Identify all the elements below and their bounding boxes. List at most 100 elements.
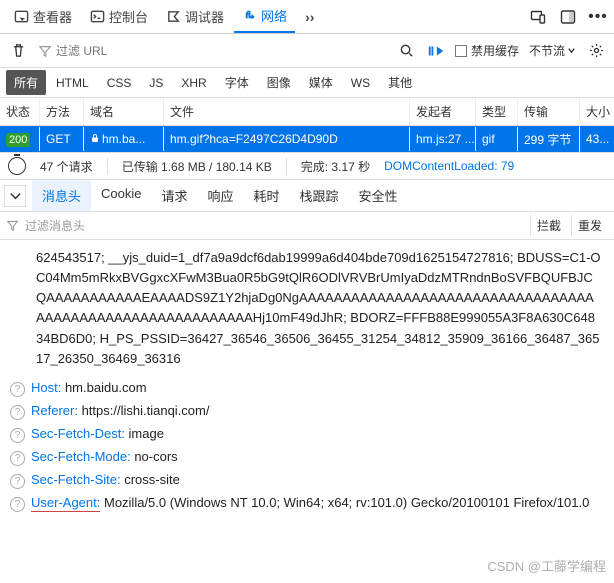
- help-icon[interactable]: ?: [10, 382, 25, 397]
- kebab-icon[interactable]: •••: [588, 7, 608, 27]
- summary-bar: 47 个请求 已传输 1.68 MB / 180.14 KB 完成: 3.17 …: [0, 152, 614, 180]
- header-value: cross-site: [121, 472, 180, 487]
- console-icon: [90, 9, 105, 24]
- network-icon: [242, 8, 257, 23]
- header-line: ?Host: hm.baidu.com: [0, 377, 614, 400]
- checkbox-icon: [455, 45, 467, 57]
- type-filter-WS[interactable]: WS: [343, 72, 378, 94]
- header-value: https://lishi.tianqi.com/: [78, 403, 210, 418]
- tab-console-label: 控制台: [109, 7, 148, 26]
- type-filter-字体[interactable]: 字体: [217, 70, 257, 95]
- type-filter-JS[interactable]: JS: [141, 72, 171, 94]
- help-icon[interactable]: ?: [10, 451, 25, 466]
- col-transferred[interactable]: 传输: [518, 98, 580, 125]
- help-icon[interactable]: ?: [10, 428, 25, 443]
- headers-body-text: 624543517; __yjs_duid=1_df7a9a9dcf6dab19…: [0, 240, 614, 377]
- detail-tab-2[interactable]: 请求: [151, 180, 197, 211]
- collapse-panel-icon[interactable]: [4, 185, 26, 207]
- more-tabs-button[interactable]: ››: [297, 3, 322, 31]
- url-filter[interactable]: [38, 44, 387, 58]
- disable-cache-checkbox[interactable]: 禁用缓存: [455, 42, 519, 59]
- funnel-icon: [6, 219, 19, 232]
- type-filter-XHR[interactable]: XHR: [173, 72, 214, 94]
- inspector-icon: [14, 9, 29, 24]
- type-filter-其他[interactable]: 其他: [380, 70, 420, 95]
- summary-dcl: DOMContentLoaded: 79: [384, 159, 514, 173]
- header-name: User-Agent:: [31, 495, 100, 512]
- col-type[interactable]: 类型: [476, 98, 518, 125]
- type-filter-CSS[interactable]: CSS: [99, 72, 140, 94]
- disable-cache-label: 禁用缓存: [471, 42, 519, 59]
- header-name: Sec-Fetch-Site:: [31, 472, 121, 487]
- header-value: no-cors: [131, 449, 178, 464]
- type-filter-bar: 所有HTMLCSSJSXHR字体图像媒体WS其他: [0, 68, 614, 98]
- cell-method: GET: [40, 127, 84, 151]
- col-size[interactable]: 大小: [580, 98, 614, 125]
- header-line: ? Referer: https://lishi.tianqi.com/: [0, 400, 614, 423]
- table-row[interactable]: 200 GET hm.ba... hm.gif?hca=F2497C26D4D9…: [0, 126, 614, 152]
- summary-requests: 47 个请求: [40, 158, 108, 175]
- filter-headers-input[interactable]: 过滤消息头: [25, 217, 85, 234]
- chevron-down-icon: [567, 46, 576, 55]
- help-icon[interactable]: ?: [10, 474, 25, 489]
- pause-icons[interactable]: [427, 43, 445, 59]
- detail-tab-5[interactable]: 栈跟踪: [290, 180, 349, 211]
- url-filter-input[interactable]: [56, 44, 236, 58]
- lock-icon: [90, 133, 100, 143]
- resend-button[interactable]: 重发: [571, 215, 608, 236]
- detail-tab-1[interactable]: Cookie: [91, 180, 151, 211]
- summary-finish: 完成: 3.17 秒: [301, 158, 370, 175]
- responsive-mode-icon[interactable]: [528, 7, 548, 27]
- header-line: ? Sec-Fetch-Mode: no-cors: [0, 446, 614, 469]
- col-initiator[interactable]: 发起者: [410, 98, 476, 125]
- funnel-icon: [38, 44, 52, 58]
- gear-icon[interactable]: [586, 41, 606, 61]
- type-filter-所有[interactable]: 所有: [6, 70, 46, 95]
- tab-network[interactable]: 网络: [234, 0, 295, 33]
- watermark: CSDN @工藤学编程: [487, 556, 606, 575]
- debugger-icon: [166, 9, 181, 24]
- header-line: ?Sec-Fetch-Dest: image: [0, 423, 614, 446]
- cell-type: gif: [476, 127, 518, 151]
- col-domain[interactable]: 域名: [84, 98, 164, 125]
- detail-tabs: 消息头Cookie请求响应耗时栈跟踪安全性: [0, 180, 614, 212]
- header-name: Referer:: [31, 403, 78, 418]
- col-method[interactable]: 方法: [40, 98, 84, 125]
- tab-debugger[interactable]: 调试器: [158, 1, 232, 32]
- help-icon[interactable]: ?: [10, 405, 25, 420]
- summary-transferred: 已传输 1.68 MB / 180.14 KB: [122, 158, 287, 175]
- network-toolbar: 禁用缓存 不节流: [0, 34, 614, 68]
- tab-console[interactable]: 控制台: [82, 1, 156, 32]
- header-name: Sec-Fetch-Mode:: [31, 449, 131, 464]
- throttle-dropdown[interactable]: 不节流: [529, 42, 576, 59]
- cell-initiator: hm.js:27 ...: [410, 127, 476, 151]
- type-filter-图像[interactable]: 图像: [259, 70, 299, 95]
- search-icon[interactable]: [397, 41, 417, 61]
- trash-icon[interactable]: [8, 41, 28, 61]
- type-filter-媒体[interactable]: 媒体: [301, 70, 341, 95]
- request-table-header: 状态 方法 域名 文件 发起者 类型 传输 大小: [0, 98, 614, 126]
- col-status[interactable]: 状态: [0, 98, 40, 125]
- tab-inspector[interactable]: 查看器: [6, 1, 80, 32]
- detail-tab-6[interactable]: 安全性: [349, 180, 408, 211]
- header-value: hm.baidu.com: [61, 380, 146, 395]
- detail-tab-4[interactable]: 耗时: [244, 180, 290, 211]
- detail-tab-3[interactable]: 响应: [198, 180, 244, 211]
- detail-tab-0[interactable]: 消息头: [32, 180, 91, 211]
- cell-domain: hm.ba...: [84, 127, 164, 151]
- col-file[interactable]: 文件: [164, 98, 410, 125]
- header-line: ? Sec-Fetch-Site: cross-site: [0, 469, 614, 492]
- status-badge: 200: [6, 133, 30, 147]
- tab-inspector-label: 查看器: [33, 7, 72, 26]
- header-line: ? User-Agent: Mozilla/5.0 (Windows NT 10.…: [0, 492, 614, 515]
- type-filter-HTML[interactable]: HTML: [48, 72, 97, 94]
- header-value: Mozilla/5.0 (Windows NT 10.0; Win64; x64…: [100, 495, 589, 510]
- devtools-tabs: 查看器 控制台 调试器 网络 ›› •••: [0, 0, 614, 34]
- help-icon[interactable]: ?: [10, 497, 25, 512]
- stopwatch-icon[interactable]: [8, 157, 26, 175]
- header-name: Sec-Fetch-Dest:: [31, 426, 125, 441]
- throttle-label: 不节流: [529, 42, 565, 59]
- tab-debugger-label: 调试器: [185, 7, 224, 26]
- intercept-button[interactable]: 拦截: [530, 215, 567, 236]
- dock-icon[interactable]: [558, 7, 578, 27]
